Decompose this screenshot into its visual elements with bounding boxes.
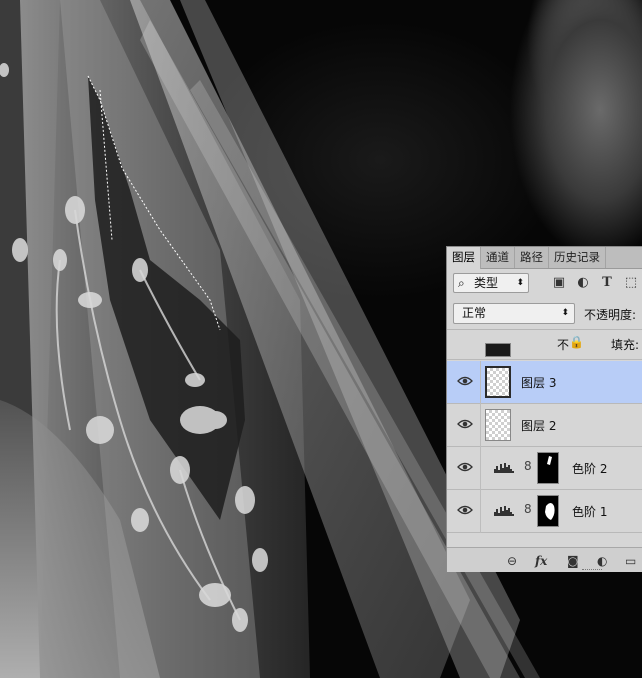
panel-footer: ⊖ fx ◙ ◐ ▭ (447, 547, 642, 572)
shape-filter-icon[interactable]: ⬚ (623, 275, 639, 291)
layer-name[interactable]: 图层 2 (521, 417, 556, 434)
divider (480, 404, 481, 447)
filter-row: ⌕ 类型 ⬍ ▣ ◐ T ⬚ (447, 269, 642, 297)
tab-history[interactable]: 历史记录 (549, 247, 606, 268)
fx-icon[interactable]: fx (535, 553, 547, 569)
chain-link-icon[interactable]: 8 (524, 459, 532, 473)
link-icon[interactable]: ⊖ (507, 553, 517, 569)
blend-row: 正常 ⬍ 不透明度: (447, 299, 642, 329)
layer-row[interactable]: 图层 2 (447, 404, 642, 447)
opacity-label[interactable]: 不透明度: (584, 306, 636, 323)
resize-grip[interactable] (582, 569, 602, 572)
blend-mode-value: 正常 (462, 306, 487, 320)
layer-mask-thumbnail[interactable] (537, 495, 559, 527)
layer-row[interactable]: 8 色阶 2 (447, 447, 642, 490)
eye-icon[interactable] (457, 418, 473, 430)
search-icon: ⌕ (458, 276, 465, 290)
blend-mode-select[interactable]: 正常 ⬍ (453, 303, 575, 324)
add-mask-icon[interactable]: ◙ (567, 553, 579, 569)
adjustment-layer-icon[interactable]: ◐ (597, 553, 607, 569)
adjustment-filter-icon[interactable]: ◐ (575, 275, 591, 291)
tab-layers[interactable]: 图层 (447, 247, 481, 269)
tab-paths[interactable]: 路径 (515, 247, 549, 268)
tab-channels[interactable]: 通道 (481, 247, 515, 268)
select-arrows-icon: ⬍ (561, 308, 569, 318)
layer-thumbnail (485, 409, 511, 441)
levels-icon (494, 463, 514, 473)
divider (480, 447, 481, 490)
layer-row[interactable]: 图层 3 (447, 361, 642, 404)
layer-row[interactable]: 8 色阶 1 (447, 490, 642, 533)
select-arrows-icon: ⬍ (516, 278, 524, 288)
layer-mask-thumbnail[interactable] (537, 452, 559, 484)
layer-name[interactable]: 图层 3 (521, 374, 556, 391)
layer-name[interactable]: 色阶 2 (572, 460, 607, 477)
eye-icon[interactable] (457, 504, 473, 516)
image-filter-icon[interactable]: ▣ (551, 275, 567, 291)
layers-panel: 图层 通道 路径 历史记录 ⌕ 类型 ⬍ ▣ ◐ T ⬚ 正常 ⬍ 不透明度: … (446, 246, 642, 572)
eye-icon[interactable] (457, 375, 473, 387)
divider (480, 490, 481, 533)
layer-list: 图层 3 图层 2 8 色阶 2 8 色阶 1 (447, 343, 642, 547)
eye-icon[interactable] (457, 461, 473, 473)
filter-kind-label: 类型 (474, 276, 499, 290)
layer-row-partial[interactable] (447, 343, 642, 360)
type-filter-icon[interactable]: T (599, 275, 615, 291)
panel-tabs: 图层 通道 路径 历史记录 (447, 247, 642, 269)
layer-thumbnail (485, 366, 511, 398)
levels-icon (494, 506, 514, 516)
new-group-icon[interactable]: ▭ (625, 553, 636, 569)
layer-name[interactable]: 色阶 1 (572, 503, 607, 520)
divider (480, 361, 481, 404)
layer-thumbnail (485, 343, 511, 357)
chain-link-icon[interactable]: 8 (524, 502, 532, 516)
filter-kind-select[interactable]: ⌕ 类型 ⬍ (453, 273, 529, 293)
